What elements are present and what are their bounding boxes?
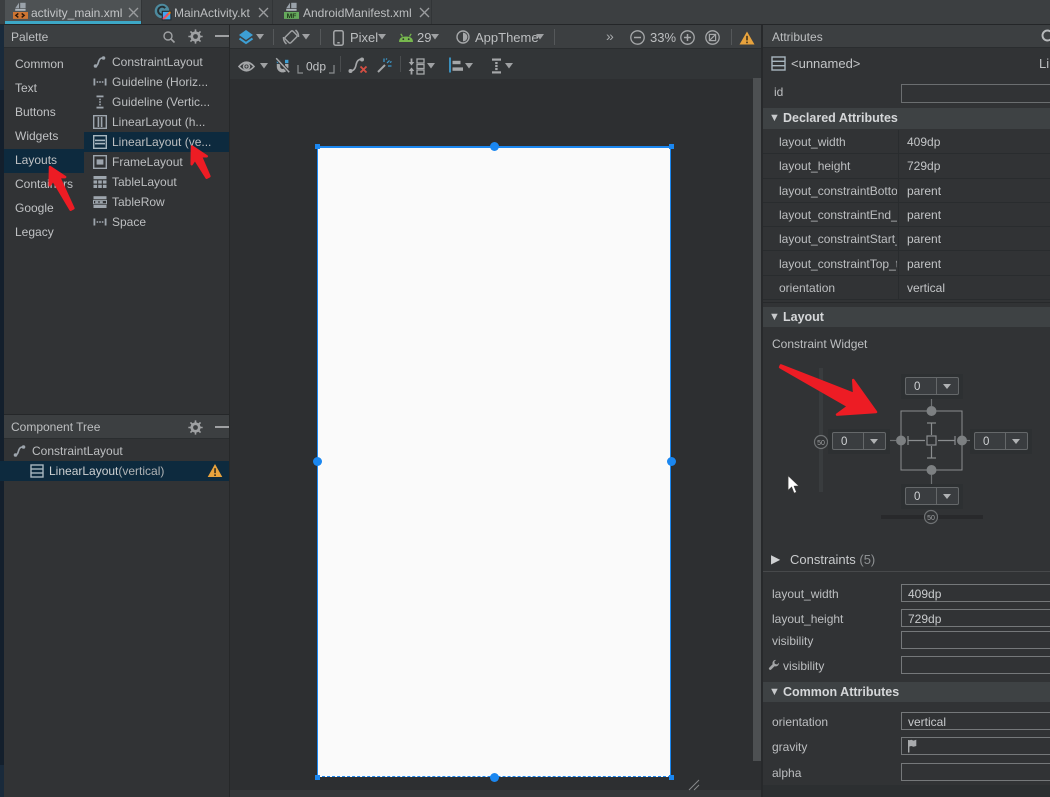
svg-text:50: 50: [927, 515, 935, 522]
svg-text:50: 50: [817, 440, 825, 447]
svg-text:MF: MF: [287, 13, 297, 19]
svg-text:0dp: 0dp: [306, 60, 326, 74]
